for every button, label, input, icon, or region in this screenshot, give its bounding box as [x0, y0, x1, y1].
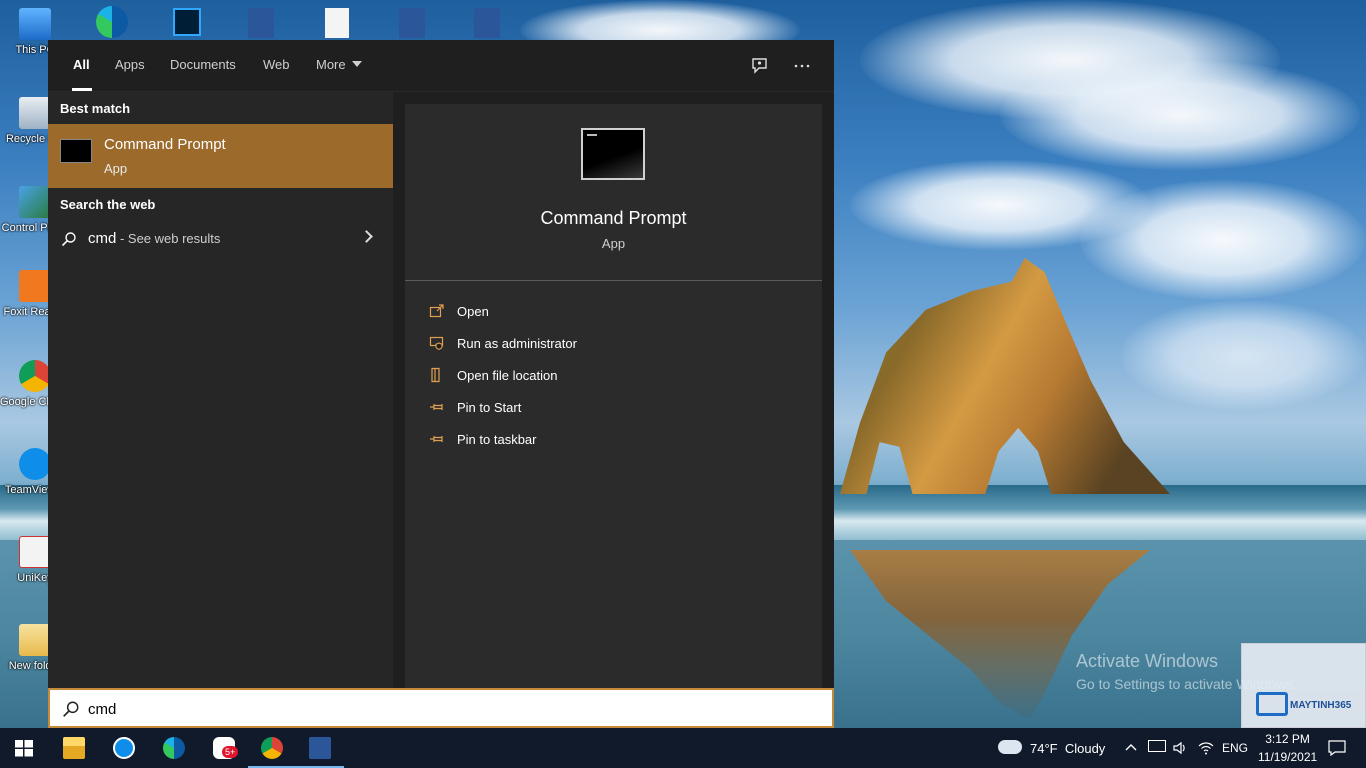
word-doc-shortcut-icon[interactable]	[399, 8, 425, 38]
action-label: Pin to Start	[457, 400, 522, 415]
results-pane: Best match Command Prompt App Search the…	[48, 92, 393, 688]
word-doc-shortcut-icon[interactable]	[474, 8, 500, 38]
command-prompt-icon	[60, 139, 92, 163]
weather-condition: Cloudy	[1064, 741, 1106, 756]
windows-search-panel: All Apps Documents Web More Best match C…	[48, 40, 834, 688]
details-subtitle: App	[601, 236, 626, 251]
command-prompt-large-icon	[581, 128, 645, 180]
taskbar-word[interactable]	[296, 728, 344, 768]
chevron-up-icon[interactable]	[1124, 740, 1138, 754]
action-label: Open file location	[457, 368, 558, 383]
language-indicator[interactable]: ENG	[1222, 741, 1248, 768]
details-divider	[405, 280, 822, 281]
taskbar-zalo[interactable]: 5+	[200, 728, 248, 768]
tab-documents[interactable]: Documents	[170, 57, 236, 72]
action-label: Open	[457, 304, 489, 319]
details-title: Command Prompt	[540, 208, 687, 228]
pin-icon	[430, 404, 443, 410]
edge-shortcut-icon[interactable]	[96, 6, 128, 38]
word-doc-shortcut-icon[interactable]	[248, 8, 274, 38]
tab-all[interactable]: All	[73, 57, 90, 72]
search-input[interactable]	[88, 696, 808, 722]
chevron-right-icon	[360, 230, 373, 243]
folder-icon	[19, 624, 51, 656]
shield-icon	[429, 336, 444, 350]
search-filter-tabs: All Apps Documents Web More	[48, 40, 834, 92]
best-match-command-prompt[interactable]: Command Prompt App	[48, 124, 393, 188]
teamviewer-icon	[19, 448, 51, 480]
search-icon	[63, 701, 79, 717]
start-button[interactable]	[0, 728, 48, 768]
taskbar-teamviewer[interactable]	[100, 728, 148, 768]
foxit-reader-icon	[19, 270, 51, 302]
tab-more[interactable]: More	[316, 57, 362, 72]
volume-icon[interactable]	[1172, 740, 1188, 768]
search-web-heading: Search the web	[60, 197, 156, 212]
clock-date: 11/19/2021	[1258, 750, 1318, 764]
chevron-down-icon	[351, 61, 362, 67]
maytinh365-logo: MAYTINH365	[1241, 643, 1366, 728]
more-options-icon[interactable]	[792, 56, 812, 76]
active-tab-indicator	[72, 88, 92, 91]
pin-icon	[430, 436, 443, 442]
action-pin-to-taskbar[interactable]: Pin to taskbar	[427, 429, 807, 453]
file-location-icon	[431, 367, 440, 383]
sea-arch-rock	[840, 258, 1170, 494]
teamviewer-icon	[113, 737, 135, 759]
web-search-result[interactable]: cmd - See web results	[48, 222, 393, 256]
logo-brand: MAYTINH365	[1290, 700, 1352, 711]
clock[interactable]: 3:12 PM 11/19/2021	[1258, 732, 1317, 764]
action-run-as-admin[interactable]: Run as administrator	[427, 333, 807, 357]
action-open-file-location[interactable]: Open file location	[427, 365, 807, 389]
action-open[interactable]: Open	[427, 301, 807, 325]
weather-temperature: 74°F	[1030, 741, 1058, 756]
details-pane: Command Prompt App Open Run as administr…	[405, 104, 822, 688]
search-icon	[61, 232, 76, 247]
text-doc-shortcut-icon[interactable]	[325, 8, 349, 38]
action-label: Run as administrator	[457, 336, 577, 351]
unikey-icon	[19, 536, 51, 568]
tab-apps[interactable]: Apps	[115, 57, 145, 72]
file-explorer-icon	[63, 737, 85, 759]
chrome-icon	[261, 737, 283, 759]
wifi-icon[interactable]	[1198, 740, 1214, 768]
monitor-logo-icon	[1256, 692, 1288, 716]
chrome-icon	[19, 360, 51, 392]
word-icon	[309, 737, 331, 759]
notifications-icon[interactable]	[1328, 740, 1346, 768]
tab-web[interactable]: Web	[263, 57, 290, 72]
recycle-bin-icon	[19, 97, 51, 129]
edge-icon	[163, 737, 185, 759]
taskbar-chrome[interactable]	[248, 728, 296, 768]
web-results-hint: - See web results	[116, 231, 221, 246]
web-query: cmd	[88, 230, 117, 247]
tab-more-label: More	[316, 57, 346, 72]
windows-logo-icon	[15, 740, 33, 757]
best-match-name: Command Prompt	[104, 136, 226, 153]
taskbar-file-explorer[interactable]	[50, 728, 98, 768]
network-icon[interactable]	[1148, 740, 1166, 752]
best-match-heading: Best match	[60, 101, 131, 116]
cloud-icon	[998, 740, 1022, 754]
taskbar: 5+ 74°F Cloudy ENG 3:12 PM 11/19/2021	[0, 728, 1366, 768]
action-label: Pin to taskbar	[457, 432, 537, 447]
notification-badge: 5+	[222, 746, 239, 758]
search-box	[48, 688, 834, 728]
best-match-type: App	[104, 161, 128, 176]
clock-time: 3:12 PM	[1265, 732, 1310, 746]
taskbar-edge[interactable]	[150, 728, 198, 768]
control-panel-icon	[19, 186, 51, 218]
action-pin-to-start[interactable]: Pin to Start	[427, 397, 807, 421]
feedback-icon[interactable]	[750, 56, 770, 76]
photoshop-shortcut-icon[interactable]	[173, 8, 201, 36]
this-pc-icon	[19, 8, 51, 40]
open-icon	[429, 304, 444, 318]
